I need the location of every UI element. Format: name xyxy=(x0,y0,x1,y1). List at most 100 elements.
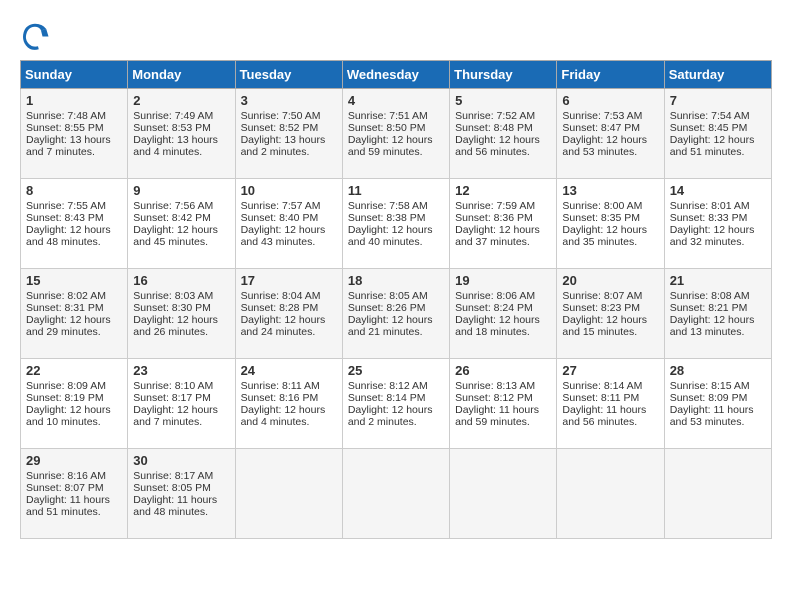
sunset: Sunset: 8:40 PM xyxy=(241,212,319,224)
calendar-cell: 11Sunrise: 7:58 AMSunset: 8:38 PMDayligh… xyxy=(342,179,449,269)
calendar-cell xyxy=(557,449,664,539)
calendar-cell: 20Sunrise: 8:07 AMSunset: 8:23 PMDayligh… xyxy=(557,269,664,359)
day-number: 12 xyxy=(455,183,551,198)
calendar-week-1: 1Sunrise: 7:48 AMSunset: 8:55 PMDaylight… xyxy=(21,89,772,179)
daylight: Daylight: 13 hours and 2 minutes. xyxy=(241,134,326,158)
sunrise: Sunrise: 8:00 AM xyxy=(562,200,642,212)
sunset: Sunset: 8:30 PM xyxy=(133,302,211,314)
sunset: Sunset: 8:28 PM xyxy=(241,302,319,314)
sunset: Sunset: 8:14 PM xyxy=(348,392,426,404)
day-number: 18 xyxy=(348,273,444,288)
daylight: Daylight: 12 hours and 45 minutes. xyxy=(133,224,218,248)
sunset: Sunset: 8:24 PM xyxy=(455,302,533,314)
daylight: Daylight: 12 hours and 10 minutes. xyxy=(26,404,111,428)
sunrise: Sunrise: 8:12 AM xyxy=(348,380,428,392)
sunset: Sunset: 8:19 PM xyxy=(26,392,104,404)
daylight: Daylight: 11 hours and 53 minutes. xyxy=(670,404,754,428)
calendar-cell: 22Sunrise: 8:09 AMSunset: 8:19 PMDayligh… xyxy=(21,359,128,449)
calendar-cell xyxy=(342,449,449,539)
daylight: Daylight: 12 hours and 51 minutes. xyxy=(670,134,755,158)
daylight: Daylight: 12 hours and 7 minutes. xyxy=(133,404,218,428)
daylight: Daylight: 12 hours and 13 minutes. xyxy=(670,314,755,338)
calendar-cell: 4Sunrise: 7:51 AMSunset: 8:50 PMDaylight… xyxy=(342,89,449,179)
header-cell-tuesday: Tuesday xyxy=(235,61,342,89)
day-number: 27 xyxy=(562,363,658,378)
calendar-cell: 27Sunrise: 8:14 AMSunset: 8:11 PMDayligh… xyxy=(557,359,664,449)
day-number: 25 xyxy=(348,363,444,378)
day-number: 22 xyxy=(26,363,122,378)
day-number: 30 xyxy=(133,453,229,468)
sunset: Sunset: 8:26 PM xyxy=(348,302,426,314)
calendar-cell: 15Sunrise: 8:02 AMSunset: 8:31 PMDayligh… xyxy=(21,269,128,359)
sunrise: Sunrise: 7:55 AM xyxy=(26,200,106,212)
sunrise: Sunrise: 8:05 AM xyxy=(348,290,428,302)
day-number: 23 xyxy=(133,363,229,378)
day-number: 2 xyxy=(133,93,229,108)
daylight: Daylight: 12 hours and 4 minutes. xyxy=(241,404,326,428)
daylight: Daylight: 12 hours and 56 minutes. xyxy=(455,134,540,158)
sunset: Sunset: 8:12 PM xyxy=(455,392,533,404)
day-number: 5 xyxy=(455,93,551,108)
daylight: Daylight: 11 hours and 59 minutes. xyxy=(455,404,539,428)
day-number: 3 xyxy=(241,93,337,108)
daylight: Daylight: 12 hours and 2 minutes. xyxy=(348,404,433,428)
daylight: Daylight: 13 hours and 4 minutes. xyxy=(133,134,218,158)
calendar-cell: 29Sunrise: 8:16 AMSunset: 8:07 PMDayligh… xyxy=(21,449,128,539)
day-number: 28 xyxy=(670,363,766,378)
sunrise: Sunrise: 7:53 AM xyxy=(562,110,642,122)
daylight: Daylight: 12 hours and 43 minutes. xyxy=(241,224,326,248)
day-number: 26 xyxy=(455,363,551,378)
header-cell-monday: Monday xyxy=(128,61,235,89)
day-number: 20 xyxy=(562,273,658,288)
sunset: Sunset: 8:05 PM xyxy=(133,482,211,494)
day-number: 6 xyxy=(562,93,658,108)
day-number: 21 xyxy=(670,273,766,288)
calendar-cell: 9Sunrise: 7:56 AMSunset: 8:42 PMDaylight… xyxy=(128,179,235,269)
calendar-cell: 5 Sunrise: 7:52 AMSunset: 8:48 PMDaylight… xyxy=(450,89,557,179)
calendar-cell: 3 Sunrise: 7:50 AMSunset: 8:52 PMDaylight… xyxy=(235,89,342,179)
sunset: Sunset: 8:47 PM xyxy=(562,122,640,134)
calendar-cell: 12Sunrise: 7:59 AMSunset: 8:36 PMDayligh… xyxy=(450,179,557,269)
sunset: Sunset: 8:35 PM xyxy=(562,212,640,224)
day-number: 4 xyxy=(348,93,444,108)
calendar-cell: 19Sunrise: 8:06 AMSunset: 8:24 PMDayligh… xyxy=(450,269,557,359)
sunrise: Sunrise: 8:11 AM xyxy=(241,380,320,392)
sunset: Sunset: 8:45 PM xyxy=(670,122,748,134)
daylight: Daylight: 12 hours and 53 minutes. xyxy=(562,134,647,158)
calendar-cell: 25 Sunrise: 8:12 AMSunset: 8:14 PMDayligh… xyxy=(342,359,449,449)
day-number: 14 xyxy=(670,183,766,198)
daylight: Daylight: 11 hours and 56 minutes. xyxy=(562,404,646,428)
daylight: Daylight: 12 hours and 18 minutes. xyxy=(455,314,540,338)
day-number: 17 xyxy=(241,273,337,288)
sunset: Sunset: 8:23 PM xyxy=(562,302,640,314)
sunrise: Sunrise: 8:06 AM xyxy=(455,290,535,302)
sunrise: Sunrise: 7:57 AM xyxy=(241,200,321,212)
sunrise: Sunrise: 7:50 AM xyxy=(241,110,321,122)
day-number: 7 xyxy=(670,93,766,108)
daylight: Daylight: 12 hours and 29 minutes. xyxy=(26,314,111,338)
calendar-cell: 13Sunrise: 8:00 AMSunset: 8:35 PMDayligh… xyxy=(557,179,664,269)
sunset: Sunset: 8:48 PM xyxy=(455,122,533,134)
sunrise: Sunrise: 8:08 AM xyxy=(670,290,750,302)
sunrise: Sunrise: 7:59 AM xyxy=(455,200,535,212)
sunrise: Sunrise: 8:01 AM xyxy=(670,200,750,212)
sunset: Sunset: 8:50 PM xyxy=(348,122,426,134)
header-cell-wednesday: Wednesday xyxy=(342,61,449,89)
day-number: 8 xyxy=(26,183,122,198)
day-number: 11 xyxy=(348,183,444,198)
sunrise: Sunrise: 8:16 AM xyxy=(26,470,106,482)
sunrise: Sunrise: 8:14 AM xyxy=(562,380,642,392)
sunset: Sunset: 8:52 PM xyxy=(241,122,319,134)
day-number: 13 xyxy=(562,183,658,198)
daylight: Daylight: 12 hours and 24 minutes. xyxy=(241,314,326,338)
daylight: Daylight: 12 hours and 32 minutes. xyxy=(670,224,755,248)
day-number: 29 xyxy=(26,453,122,468)
sunrise: Sunrise: 8:17 AM xyxy=(133,470,213,482)
sunset: Sunset: 8:42 PM xyxy=(133,212,211,224)
sunset: Sunset: 8:09 PM xyxy=(670,392,748,404)
logo xyxy=(20,20,54,50)
sunrise: Sunrise: 7:58 AM xyxy=(348,200,428,212)
calendar-cell: 14 Sunrise: 8:01 AMSunset: 8:33 PMDayligh… xyxy=(664,179,771,269)
sunset: Sunset: 8:33 PM xyxy=(670,212,748,224)
sunrise: Sunrise: 7:52 AM xyxy=(455,110,535,122)
